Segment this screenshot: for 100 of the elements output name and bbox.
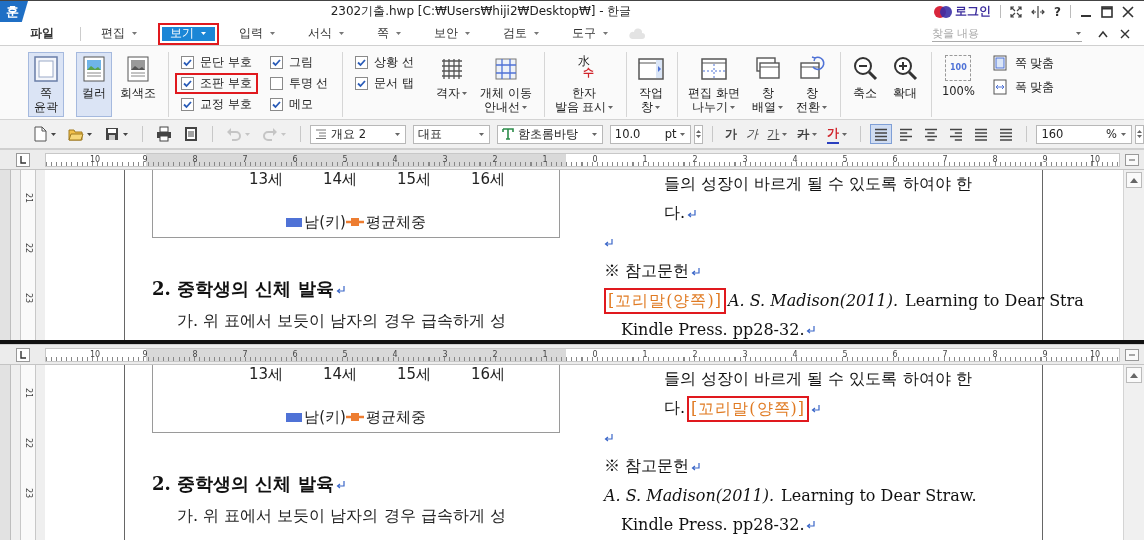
fit-page-icon [992, 55, 1007, 71]
axis-label: 16세 [469, 170, 507, 190]
ribbon-button[interactable]: 폭 맞춤 [990, 78, 1057, 96]
font-dropdown[interactable]: 함초롬바탕 [497, 124, 603, 144]
undo-icon [226, 126, 242, 142]
option-checkbox[interactable]: 문서 탭 [349, 73, 420, 94]
body-text: 들의 성장이 바르게 될 수 있도록 하여야 한 [664, 369, 972, 390]
ribbon-button[interactable]: 100 100% [937, 52, 979, 117]
scroll-up-button[interactable] [1126, 367, 1142, 383]
ribbon-button[interactable]: 쪽 맞춤 [990, 54, 1057, 72]
ribbon-button[interactable]: 작업 창 [633, 52, 670, 117]
body-text: 가. 위 표에서 보듯이 남자의 경우 급속하게 성 [176, 310, 507, 332]
checkbox[interactable] [355, 77, 369, 90]
menu-item[interactable]: 보기 [158, 22, 219, 45]
checkbox[interactable] [181, 98, 194, 111]
ribbon-button[interactable]: 창 배열 [747, 52, 788, 117]
ribbon-button[interactable]: 창 전환 [791, 52, 832, 117]
legend-label: 평균체중 [365, 212, 426, 232]
ruler-number: 8 [991, 153, 999, 166]
maximize-icon[interactable] [1101, 5, 1113, 18]
ribbon-button[interactable]: 개체 이동 안내선 [475, 52, 536, 117]
login-link[interactable]: 로그인 [955, 3, 992, 20]
format-button[interactable]: 가 [722, 123, 741, 145]
checkbox[interactable] [181, 77, 194, 90]
split-handle-icon[interactable] [1125, 153, 1139, 166]
option-checkbox[interactable]: 투명 선 [263, 73, 335, 94]
fullscreen-icon[interactable] [1010, 5, 1023, 18]
ribbon-button[interactable]: 편집 화면 나누기 [684, 52, 744, 117]
print-icon [156, 126, 172, 142]
checkbox[interactable] [269, 56, 283, 69]
format-button[interactable]: 가 [743, 123, 762, 145]
ribbon-button[interactable]: 쪽 윤곽 [28, 52, 64, 117]
ruler-number: 5 [341, 153, 349, 166]
menu-item[interactable]: 쪽 [365, 22, 414, 45]
split-handle-icon[interactable] [1125, 348, 1139, 361]
up-arrow-icon [1130, 177, 1138, 183]
align-icon [898, 127, 915, 141]
menu-item[interactable]: 검토 [491, 22, 552, 45]
font-size-field[interactable]: 10.0 pt [609, 124, 692, 144]
section-heading: 2. 중학생의 신체 발육 [152, 277, 334, 301]
help-button[interactable]: ? [1054, 4, 1061, 19]
option-checkbox[interactable]: 문단 부호 [175, 52, 258, 73]
spinner[interactable] [694, 124, 704, 144]
menu-item[interactable]: 편집 [89, 22, 150, 45]
font-type-icon [502, 128, 515, 140]
ruler-number: 8 [191, 348, 199, 361]
scroll-up-button[interactable] [1126, 172, 1142, 188]
save-icon [104, 126, 120, 142]
ruler-number: 1 [541, 153, 549, 166]
format-button[interactable]: 가 [764, 123, 792, 145]
hanja-pronunciation-icon: 水 수 [570, 55, 599, 83]
tab-type-icon[interactable] [15, 152, 30, 167]
new-document-icon [32, 126, 48, 142]
tab-type-icon[interactable] [15, 347, 30, 362]
ribbon-button[interactable]: 격자 [431, 52, 472, 117]
ruler-number: 9 [1041, 153, 1049, 166]
ruler-number: 21 [23, 386, 34, 401]
option-checkbox[interactable]: 조판 부호 [175, 73, 258, 94]
option-checkbox[interactable]: 그림 [263, 52, 335, 73]
unit-dropdown[interactable]: pt [664, 127, 677, 141]
menu-item[interactable]: 서식 [296, 22, 357, 45]
scrollbar[interactable] [1123, 365, 1144, 540]
cloud-icon [629, 27, 645, 40]
spinner[interactable] [1135, 124, 1144, 144]
format-button[interactable]: 가 [794, 123, 822, 145]
zoom-unit-dropdown[interactable]: % [1106, 127, 1118, 141]
zoom-field[interactable]: 160 % [1036, 124, 1133, 144]
ruler-number: 7 [241, 153, 249, 166]
align-button[interactable] [870, 124, 893, 144]
menu-item[interactable]: 파일 [18, 22, 66, 45]
ribbon-button[interactable]: 水 수 한자 발음 표시 [550, 52, 619, 117]
format-button[interactable]: 가 [824, 122, 852, 146]
checkbox[interactable] [355, 56, 369, 69]
side-panel-icon [637, 55, 666, 83]
paragraph-style-icon [315, 129, 327, 139]
ribbon-button[interactable]: 컬러 [76, 52, 112, 117]
checkbox[interactable] [269, 98, 283, 111]
search-field[interactable]: 찾을 내용 [932, 26, 1052, 40]
body-text: Learning to Dear Straw. [780, 486, 977, 505]
checkbox[interactable] [181, 56, 194, 69]
ruler-number: 5 [341, 348, 349, 361]
menu-item[interactable]: 보안 [422, 22, 483, 45]
option-checkbox[interactable]: 상황 선 [349, 52, 420, 73]
menu-item[interactable]: 입력 [227, 22, 288, 45]
scrollbar[interactable] [1123, 170, 1144, 340]
style-dropdown[interactable]: 개요 2 [310, 124, 406, 144]
close-icon[interactable] [1122, 5, 1134, 18]
ruler-number: 4 [391, 348, 399, 361]
style-name-dropdown[interactable]: 대표 [412, 124, 491, 144]
option-checkbox[interactable]: 메모 [263, 94, 335, 115]
option-checkbox[interactable]: 교정 부호 [175, 94, 258, 115]
ribbon-button[interactable]: 축소 [846, 52, 883, 117]
split-arrows-icon[interactable] [1031, 5, 1046, 18]
ribbon-button[interactable]: 확대 [886, 52, 923, 117]
ribbon-button[interactable]: 회색조 [116, 52, 160, 117]
ruler-number: 9 [141, 153, 149, 166]
ruler-number: 0 [591, 348, 599, 361]
menu-item[interactable]: 도구 [560, 22, 621, 45]
checkbox[interactable] [269, 77, 283, 90]
close-icon[interactable] [1120, 28, 1130, 39]
